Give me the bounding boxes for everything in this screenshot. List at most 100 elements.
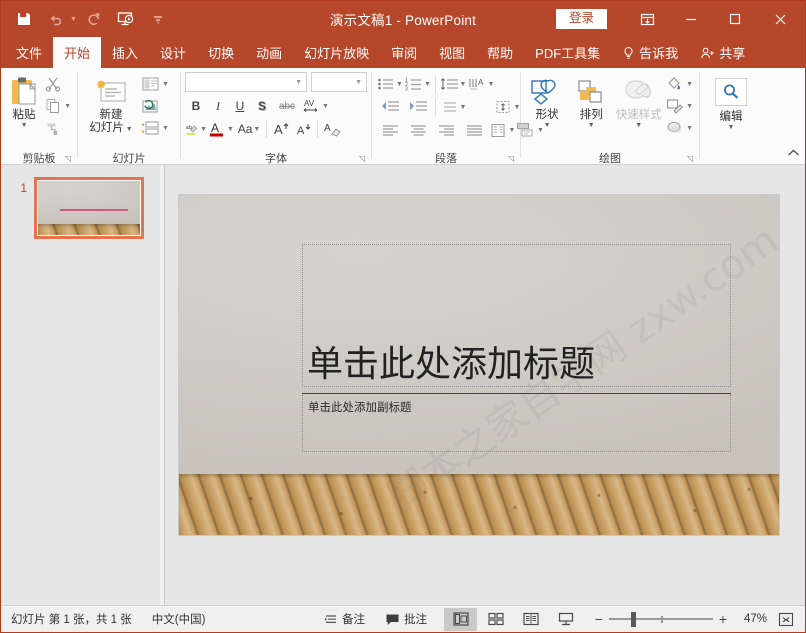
normal-view-button[interactable] xyxy=(444,607,477,631)
numbering-caret[interactable]: ▼ xyxy=(424,81,431,88)
shapes-button[interactable]: 形状 ▼ xyxy=(525,71,569,130)
tab-share[interactable]: 共享 xyxy=(689,37,756,68)
notes-button[interactable]: 备注 xyxy=(314,606,375,633)
arrange-button[interactable]: 排列 ▼ xyxy=(569,71,613,130)
editing-button[interactable]: 编辑 ▼ xyxy=(704,71,758,132)
paragraph-dialog-launcher[interactable]: ◹ xyxy=(508,154,517,163)
decrease-indent-button[interactable] xyxy=(376,96,404,118)
tab-review[interactable]: 审阅 xyxy=(380,37,428,68)
zoom-slider[interactable] xyxy=(609,606,713,633)
copy-dropdown-caret[interactable]: ▼ xyxy=(64,103,71,110)
font-name-caret[interactable]: ▼ xyxy=(295,79,302,86)
zoom-slider-handle[interactable] xyxy=(631,611,636,627)
character-spacing-button[interactable]: AV ▼ xyxy=(301,95,329,117)
font-size-caret[interactable]: ▼ xyxy=(355,79,362,86)
justify-button[interactable] xyxy=(460,119,488,141)
align-text-caret[interactable]: ▼ xyxy=(514,104,521,111)
highlight-caret[interactable]: ▼ xyxy=(200,126,207,133)
cut-button[interactable] xyxy=(43,73,73,95)
text-highlight-button[interactable]: ab ▼ xyxy=(185,118,207,140)
redo-icon[interactable] xyxy=(79,5,109,33)
format-painter-button[interactable] xyxy=(43,117,73,139)
line-spacing-button[interactable]: ▼ xyxy=(439,73,467,95)
new-slide-dropdown-caret[interactable]: ▼ xyxy=(124,126,133,133)
text-shadow-button[interactable]: S xyxy=(251,95,273,117)
align-text-button[interactable]: ▼ xyxy=(493,96,521,118)
shape-effects-button[interactable]: ▼ xyxy=(664,117,695,139)
tab-insert[interactable]: 插入 xyxy=(101,37,149,68)
change-case-caret[interactable]: ▼ xyxy=(253,126,260,133)
tab-pdf-tools[interactable]: PDF工具集 xyxy=(524,37,611,68)
text-direction-caret[interactable]: ▼ xyxy=(488,81,495,88)
shape-fill-button[interactable]: ▼ xyxy=(664,73,695,95)
editing-dropdown-caret[interactable]: ▼ xyxy=(728,124,735,132)
paragraph-spacing-caret[interactable]: ▼ xyxy=(460,104,467,111)
start-slideshow-icon[interactable] xyxy=(111,5,141,33)
font-name-input[interactable]: ▼ xyxy=(185,72,307,92)
tab-view[interactable]: 视图 xyxy=(428,37,476,68)
customize-qat-icon[interactable] xyxy=(143,5,173,33)
tab-help[interactable]: 帮助 xyxy=(476,37,524,68)
save-icon[interactable] xyxy=(9,5,39,33)
language-status[interactable]: 中文(中国) xyxy=(142,606,216,633)
numbering-button[interactable]: 123 ▼ xyxy=(404,73,432,95)
clear-formatting-button[interactable]: A xyxy=(321,118,343,140)
subtitle-placeholder[interactable]: 单击此处添加副标题 xyxy=(302,392,731,452)
bullets-caret[interactable]: ▼ xyxy=(396,81,403,88)
change-case-button[interactable]: Aa ▼ xyxy=(235,118,263,140)
quick-styles-dropdown-caret[interactable]: ▼ xyxy=(635,122,642,130)
thumbnail-pane-scrollbar[interactable] xyxy=(160,165,164,605)
chevron-up-icon[interactable] xyxy=(787,148,800,161)
zoom-in-button[interactable]: + xyxy=(713,611,733,627)
copy-button[interactable]: ▼ xyxy=(43,95,73,117)
columns-button[interactable]: ▼ xyxy=(488,119,516,141)
tab-design[interactable]: 设计 xyxy=(149,37,197,68)
decrease-font-size-button[interactable]: A xyxy=(292,118,314,140)
shape-fill-caret[interactable]: ▼ xyxy=(686,81,693,88)
font-dialog-launcher[interactable]: ◹ xyxy=(359,154,368,163)
clipboard-dialog-launcher[interactable]: ◹ xyxy=(65,154,74,163)
strikethrough-button[interactable]: abc xyxy=(273,95,301,117)
paste-button[interactable]: 粘贴 ▼ xyxy=(5,71,43,130)
slide-thumbnail-1[interactable] xyxy=(34,177,144,239)
font-size-input[interactable]: ▼ xyxy=(311,72,367,92)
bullets-button[interactable]: ▼ xyxy=(376,73,404,95)
maximize-button[interactable] xyxy=(713,1,757,37)
comments-button[interactable]: 批注 xyxy=(375,606,437,633)
layout-dropdown-caret[interactable]: ▼ xyxy=(162,81,169,88)
slideshow-view-button[interactable] xyxy=(549,608,582,631)
slide-count-status[interactable]: 幻灯片 第 1 张，共 1 张 xyxy=(1,606,142,633)
close-button[interactable] xyxy=(757,1,803,37)
columns-caret[interactable]: ▼ xyxy=(509,127,516,134)
line-spacing-caret[interactable]: ▼ xyxy=(460,81,467,88)
reset-button[interactable] xyxy=(140,95,171,117)
paste-dropdown-caret[interactable]: ▼ xyxy=(21,122,28,130)
minimize-button[interactable] xyxy=(669,1,713,37)
new-slide-button[interactable]: 新建 幻灯片 ▼ xyxy=(82,71,140,135)
drawing-dialog-launcher[interactable]: ◹ xyxy=(687,154,696,163)
font-color-button[interactable]: A ▼ xyxy=(207,118,235,140)
font-color-caret[interactable]: ▼ xyxy=(227,126,234,133)
section-button[interactable]: ▼ xyxy=(140,117,171,139)
tab-animations[interactable]: 动画 xyxy=(245,37,293,68)
reading-view-button[interactable] xyxy=(514,608,547,631)
shape-outline-button[interactable]: ▼ xyxy=(664,95,695,117)
undo-icon[interactable] xyxy=(41,5,71,33)
tab-tell-me[interactable]: 告诉我 xyxy=(611,37,689,68)
align-center-button[interactable] xyxy=(404,119,432,141)
increase-font-size-button[interactable]: A xyxy=(270,118,292,140)
quick-styles-button[interactable]: 快速样式 ▼ xyxy=(613,71,664,130)
bold-button[interactable]: B xyxy=(185,95,207,117)
character-spacing-caret[interactable]: ▼ xyxy=(322,103,329,110)
arrange-dropdown-caret[interactable]: ▼ xyxy=(588,122,595,130)
undo-dropdown-caret[interactable]: ▼ xyxy=(70,16,77,23)
sign-in-button[interactable]: 登录 xyxy=(555,8,607,30)
tab-home[interactable]: 开始 xyxy=(53,37,102,68)
zoom-percentage[interactable]: 47% xyxy=(733,613,773,625)
slide-sorter-view-button[interactable] xyxy=(479,608,512,631)
shapes-dropdown-caret[interactable]: ▼ xyxy=(544,122,551,130)
paragraph-spacing-button[interactable]: ▼ xyxy=(439,96,467,118)
tab-slideshow[interactable]: 幻灯片放映 xyxy=(293,37,380,68)
shape-effects-caret[interactable]: ▼ xyxy=(686,125,693,132)
align-right-button[interactable] xyxy=(432,119,460,141)
